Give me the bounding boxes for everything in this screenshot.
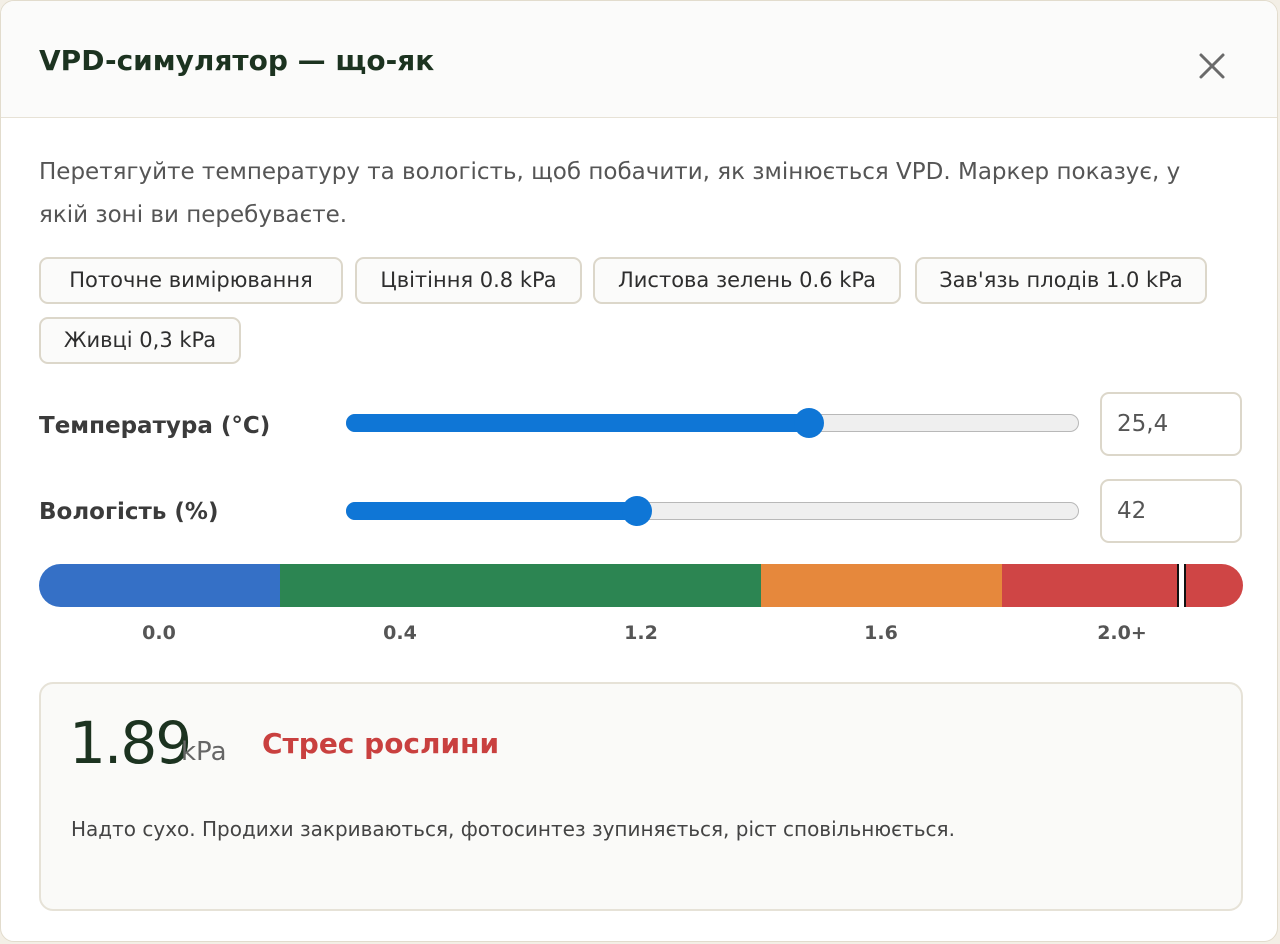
close-icon	[1199, 53, 1225, 79]
temperature-slider-fill	[346, 414, 809, 432]
humidity-slider[interactable]	[346, 496, 1079, 526]
preset-current-measurement[interactable]: Поточне вимірювання	[39, 257, 343, 304]
dialog-title: VPD-симулятор — що-як	[39, 44, 435, 77]
intro-text: Перетягуйте температуру та вологість, що…	[39, 159, 1181, 228]
scale-tick: 1.6	[864, 622, 898, 644]
preset-flowering[interactable]: Цвітіння 0.8 kPa	[355, 257, 582, 304]
scale-tick: 0.4	[383, 622, 417, 644]
preset-leafy-greens[interactable]: Листова зелень 0.6 kPa	[593, 257, 901, 304]
preset-cuttings[interactable]: Живці 0,3 kPa	[39, 317, 241, 364]
vpd-description: Надто сухо. Продихи закриваються, фотоси…	[71, 817, 955, 841]
zone-optimal	[280, 564, 761, 607]
temperature-slider[interactable]	[346, 408, 1079, 438]
vpd-unit: kPa	[181, 737, 227, 767]
vpd-simulator-dialog: VPD-симулятор — що-як Перетягуйте темпер…	[0, 0, 1278, 942]
vpd-status: Стрес рослини	[262, 727, 500, 760]
vpd-marker	[1176, 564, 1186, 607]
temperature-slider-thumb[interactable]	[794, 408, 824, 438]
preset-fruit-set[interactable]: Зав'язь плодів 1.0 kPa	[915, 257, 1207, 304]
zone-dry	[761, 564, 1002, 607]
temperature-input[interactable]	[1100, 392, 1242, 456]
vpd-zone-scale	[39, 564, 1243, 607]
zone-stress	[1002, 564, 1243, 607]
scale-tick: 1.2	[624, 622, 658, 644]
scale-tick: 2.0+	[1097, 622, 1147, 644]
humidity-label: Вологість (%)	[39, 499, 219, 525]
temperature-label: Температура (°C)	[39, 413, 271, 439]
vpd-result-card: 1.89 kPa Стрес рослини Надто сухо. Проди…	[39, 682, 1243, 911]
humidity-input[interactable]	[1100, 479, 1242, 543]
zone-too-humid	[39, 564, 280, 607]
close-button[interactable]	[1189, 43, 1233, 87]
dialog-header: VPD-симулятор — що-як	[1, 1, 1277, 118]
humidity-slider-fill	[346, 502, 637, 520]
scale-tick: 0.0	[142, 622, 176, 644]
vpd-value: 1.89	[69, 709, 192, 777]
humidity-slider-thumb[interactable]	[622, 496, 652, 526]
